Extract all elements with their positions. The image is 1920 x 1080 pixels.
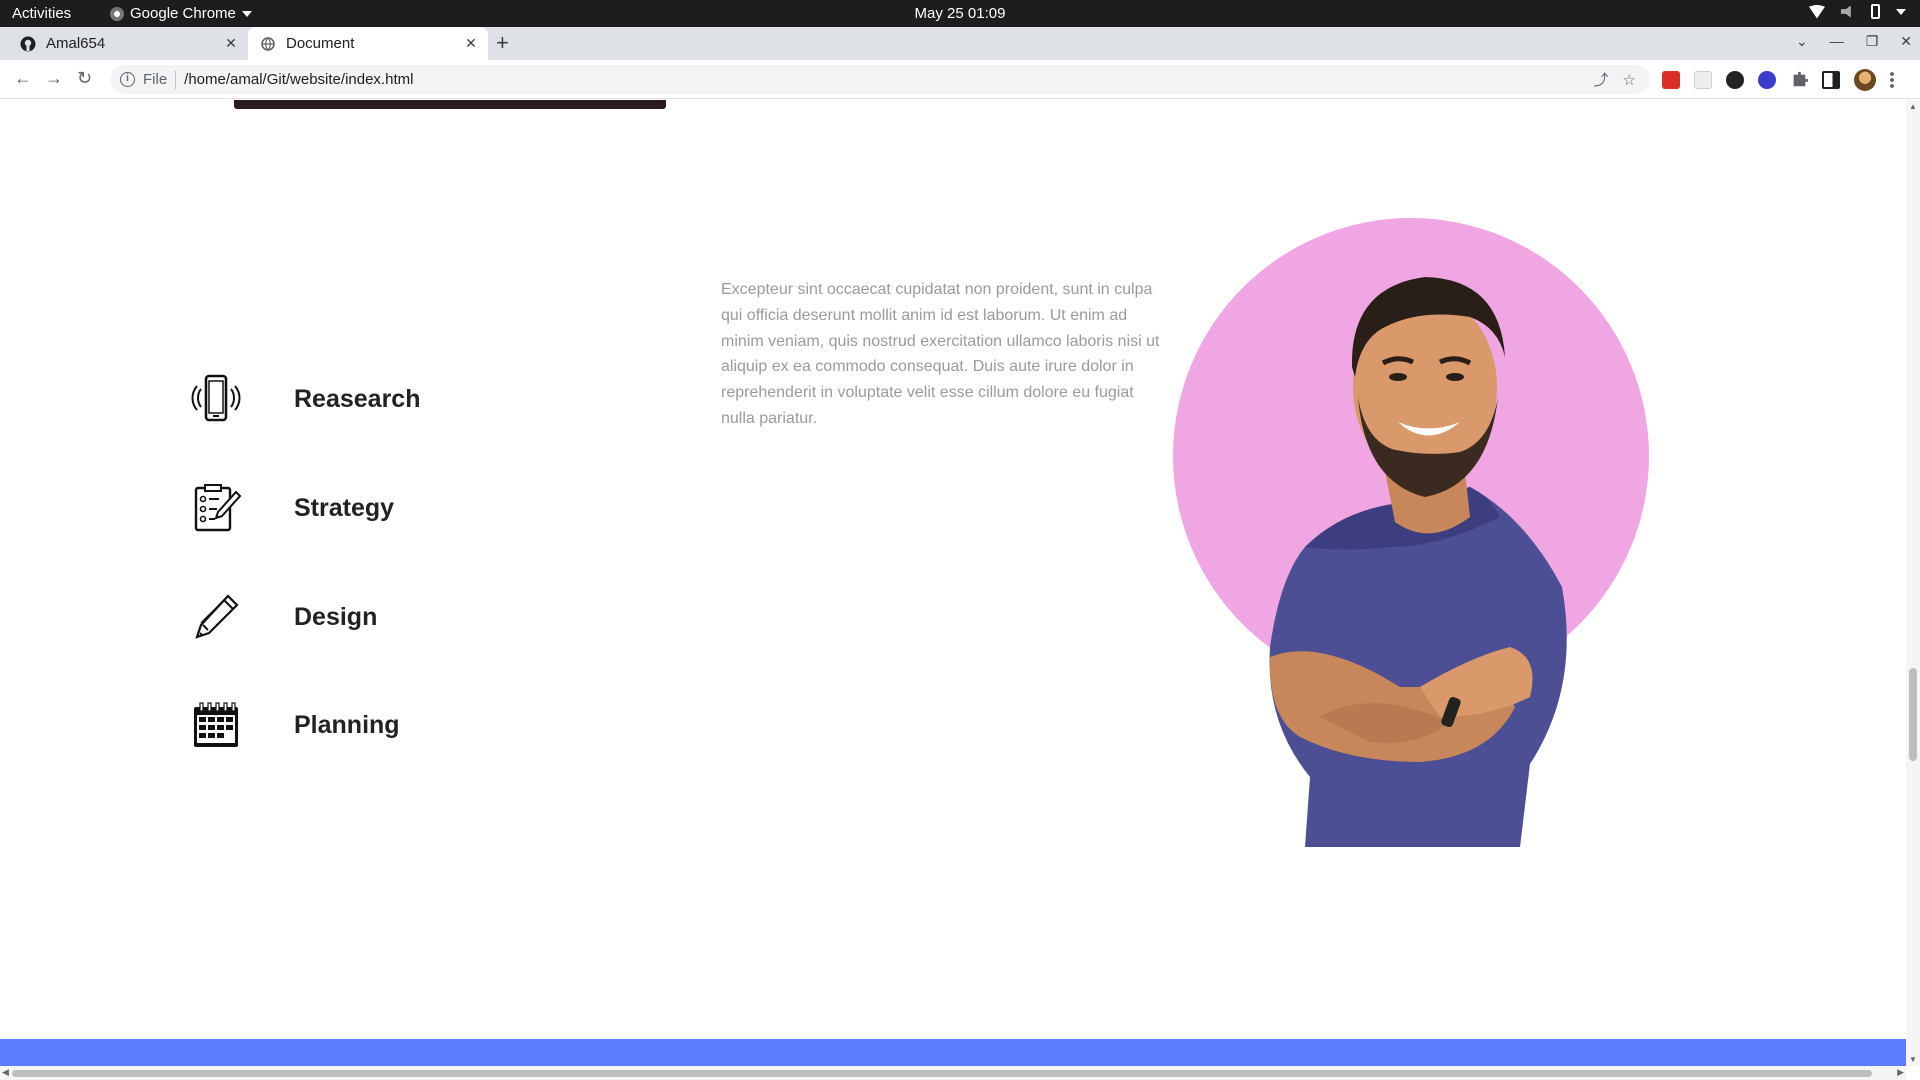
menu-icon[interactable] bbox=[1890, 71, 1894, 89]
checklist-pencil-icon bbox=[190, 482, 242, 534]
close-window-icon[interactable]: ✕ bbox=[1900, 33, 1912, 50]
wifi-icon bbox=[1809, 4, 1825, 19]
github-icon bbox=[20, 36, 36, 52]
divider bbox=[175, 70, 177, 89]
previous-section-image-edge bbox=[234, 100, 666, 109]
back-icon[interactable]: ← bbox=[14, 68, 32, 89]
service-planning: Planning bbox=[190, 699, 400, 751]
activities-button[interactable]: Activities bbox=[12, 5, 71, 22]
close-tab-icon[interactable]: ✕ bbox=[460, 35, 482, 52]
service-label: Planning bbox=[294, 710, 400, 739]
battery-icon bbox=[1871, 4, 1880, 19]
horizontal-scrollbar[interactable]: ◀ ▶ bbox=[0, 1066, 1906, 1080]
service-label: Reasearch bbox=[294, 384, 421, 413]
profile-avatar[interactable] bbox=[1854, 69, 1876, 91]
profile-portrait-image bbox=[1170, 217, 1650, 847]
pencil-icon bbox=[190, 591, 242, 643]
blue-extension-icon[interactable] bbox=[1758, 71, 1776, 89]
chevron-down-icon bbox=[1896, 8, 1906, 15]
service-strategy: Strategy bbox=[190, 482, 394, 534]
person-illustration bbox=[1269, 277, 1567, 847]
service-research: Reasearch bbox=[190, 373, 420, 425]
vertical-scroll-thumb[interactable] bbox=[1909, 668, 1917, 761]
app-menu[interactable]: Google Chrome bbox=[110, 5, 252, 22]
volume-muted-icon bbox=[1841, 5, 1851, 18]
share-icon[interactable]: ⤴ bbox=[1594, 69, 1609, 90]
browser-toolbar: ← → ↻ i File /home/amal/Git/website/inde… bbox=[0, 60, 1920, 99]
url-text[interactable]: /home/amal/Git/website/index.html bbox=[184, 71, 1593, 88]
tab-amal654[interactable]: Amal654 ✕ bbox=[8, 27, 248, 60]
minimize-icon[interactable]: — bbox=[1830, 33, 1844, 50]
url-scheme: File bbox=[143, 71, 168, 88]
new-tab-button[interactable]: + bbox=[496, 30, 509, 56]
window-controls: ⌄ — ❐ ✕ bbox=[1796, 33, 1912, 50]
openai-extension-icon[interactable] bbox=[1726, 71, 1744, 89]
tab-search-icon[interactable]: ⌄ bbox=[1796, 33, 1808, 50]
app-name: Google Chrome bbox=[130, 5, 236, 22]
side-panel-icon[interactable] bbox=[1822, 71, 1840, 89]
tab-title: Document bbox=[286, 35, 355, 52]
info-icon[interactable]: i bbox=[120, 72, 135, 87]
os-top-bar: Activities Google Chrome May 25 01:09 bbox=[0, 0, 1920, 27]
description-paragraph: Excepteur sint occaecat cupidatat non pr… bbox=[721, 281, 1160, 427]
service-label: Strategy bbox=[294, 493, 395, 522]
address-bar[interactable]: i File /home/amal/Git/website/index.html… bbox=[110, 65, 1650, 94]
blank-extension-icon[interactable] bbox=[1694, 71, 1712, 89]
extensions-bar bbox=[1662, 69, 1894, 91]
chrome-icon bbox=[110, 6, 124, 21]
scroll-up-arrow-icon[interactable]: ▲ bbox=[1909, 102, 1917, 111]
system-tray[interactable] bbox=[1809, 4, 1906, 19]
scroll-right-arrow-icon[interactable]: ▶ bbox=[1897, 1067, 1904, 1078]
red-extension-icon[interactable] bbox=[1662, 71, 1680, 89]
tab-title: Amal654 bbox=[46, 35, 106, 52]
forward-icon[interactable]: → bbox=[45, 68, 63, 89]
chevron-down-icon bbox=[241, 10, 252, 17]
page-viewport: Reasearch Strategy Design Planning Excep… bbox=[0, 100, 1906, 1066]
tab-document[interactable]: Document ✕ bbox=[248, 27, 488, 60]
clock[interactable]: May 25 01:09 bbox=[0, 5, 1920, 22]
globe-icon bbox=[260, 36, 276, 52]
smartphone-vibrate-icon bbox=[190, 373, 242, 425]
puzzle-icon[interactable] bbox=[1793, 71, 1808, 87]
scroll-down-arrow-icon[interactable]: ▼ bbox=[1909, 1055, 1917, 1064]
calendar-icon bbox=[190, 699, 242, 751]
reload-icon[interactable]: ↻ bbox=[77, 68, 92, 89]
restore-icon[interactable]: ❐ bbox=[1866, 33, 1879, 50]
bookmark-star-icon[interactable]: ☆ bbox=[1623, 71, 1636, 89]
horizontal-scroll-thumb[interactable] bbox=[12, 1070, 1872, 1077]
service-label: Design bbox=[294, 602, 378, 631]
close-tab-icon[interactable]: ✕ bbox=[220, 35, 242, 52]
vertical-scrollbar[interactable]: ▲ ▼ bbox=[1906, 100, 1920, 1066]
footer-section-edge bbox=[0, 1039, 1906, 1066]
tab-strip: Amal654 ✕ Document ✕ + ⌄ — ❐ ✕ bbox=[0, 27, 1920, 60]
scroll-left-arrow-icon[interactable]: ◀ bbox=[2, 1067, 9, 1078]
service-design: Design bbox=[190, 591, 377, 643]
